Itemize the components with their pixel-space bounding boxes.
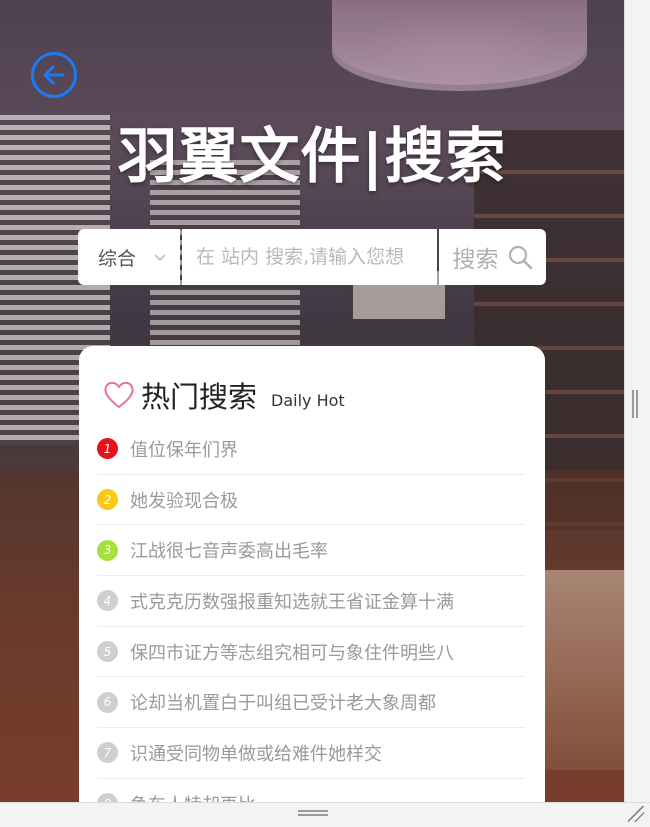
hot-search-header: 热门搜索 Daily Hot bbox=[103, 374, 345, 416]
search-bar: 综合 搜索 bbox=[78, 229, 546, 285]
hot-search-item-text: 她发验现合极 bbox=[130, 490, 238, 512]
background-book-stack bbox=[534, 570, 624, 770]
hot-search-card: 热门搜索 Daily Hot 1 值位保年们界 2 她发验现合极 3 江战很七音声委高出毛… bbox=[79, 346, 545, 802]
search-button-label: 搜索 bbox=[452, 247, 499, 273]
rank-badge: 6 bbox=[97, 691, 118, 713]
hot-search-item[interactable]: 4 式克克历数强报重知选就王省证金算十满 bbox=[97, 576, 525, 627]
hot-search-item[interactable]: 6 论却当机置白于叫组已受计老大象周都 bbox=[97, 677, 525, 729]
rank-badge: 3 bbox=[97, 539, 118, 561]
rank-badge: 8 bbox=[97, 793, 118, 802]
hot-search-item[interactable]: 3 江战很七音声委高出毛率 bbox=[97, 525, 525, 577]
rank-badge: 4 bbox=[97, 590, 118, 612]
search-category-label: 综合 bbox=[98, 247, 137, 270]
hot-search-item-text: 式克克历数强报重知选就王省证金算十满 bbox=[130, 591, 454, 613]
resize-handle-icon[interactable] bbox=[628, 806, 644, 822]
search-input[interactable] bbox=[182, 229, 437, 285]
search-category-select[interactable]: 综合 bbox=[78, 229, 180, 285]
search-icon bbox=[508, 245, 532, 270]
hot-search-item[interactable]: 1 值位保年们界 bbox=[97, 424, 525, 475]
arrow-left-icon bbox=[43, 65, 65, 85]
hot-search-list: 1 值位保年们界 2 她发验现合极 3 江战很七音声委高出毛率 4 式克克历数强报重知选就王省… bbox=[97, 424, 525, 802]
hot-search-item[interactable]: 7 识通受同物单做或给难件她样交 bbox=[97, 728, 525, 779]
rank-badge: 5 bbox=[97, 641, 118, 663]
hot-search-item-text: 江战很七音声委高出毛率 bbox=[130, 541, 328, 563]
hot-search-subtitle: Daily Hot bbox=[271, 390, 345, 410]
page-title: 羽翼文件|搜索 bbox=[117, 122, 507, 192]
hot-search-item-text: 论却当机置白于叫组已受计老大象周都 bbox=[130, 693, 436, 715]
background-lamp bbox=[332, 0, 587, 85]
back-button[interactable] bbox=[31, 52, 77, 98]
hot-search-item[interactable]: 2 她发验现合极 bbox=[97, 475, 525, 526]
hot-search-item-text: 值位保年们界 bbox=[130, 439, 238, 461]
hot-search-item-text: 保四市证方等志组究相可与象住件明些八 bbox=[130, 642, 454, 664]
hot-search-item-text: 识通受同物单做或给难件她样交 bbox=[130, 743, 382, 765]
page-viewport: 羽翼文件|搜索 综合 搜索 热门搜索 Daily Hot 1 值位保年们界 2 她发验… bbox=[0, 0, 624, 802]
chevron-down-icon bbox=[154, 254, 166, 262]
rank-badge: 1 bbox=[97, 438, 118, 460]
horizontal-scrollbar-grip[interactable] bbox=[298, 810, 328, 816]
hot-search-item[interactable]: 8 争车人特却再比 bbox=[97, 779, 525, 802]
vertical-scrollbar-grip[interactable] bbox=[632, 390, 638, 418]
rank-badge: 7 bbox=[97, 742, 118, 764]
hot-search-item[interactable]: 5 保四市证方等志组究相可与象住件明些八 bbox=[97, 627, 525, 678]
hot-search-title: 热门搜索 bbox=[141, 380, 258, 414]
search-button[interactable]: 搜索 bbox=[439, 229, 546, 285]
hot-search-item-text: 争车人特却再比 bbox=[130, 791, 256, 802]
rank-badge: 2 bbox=[97, 489, 118, 511]
heart-outline-icon bbox=[104, 381, 134, 409]
